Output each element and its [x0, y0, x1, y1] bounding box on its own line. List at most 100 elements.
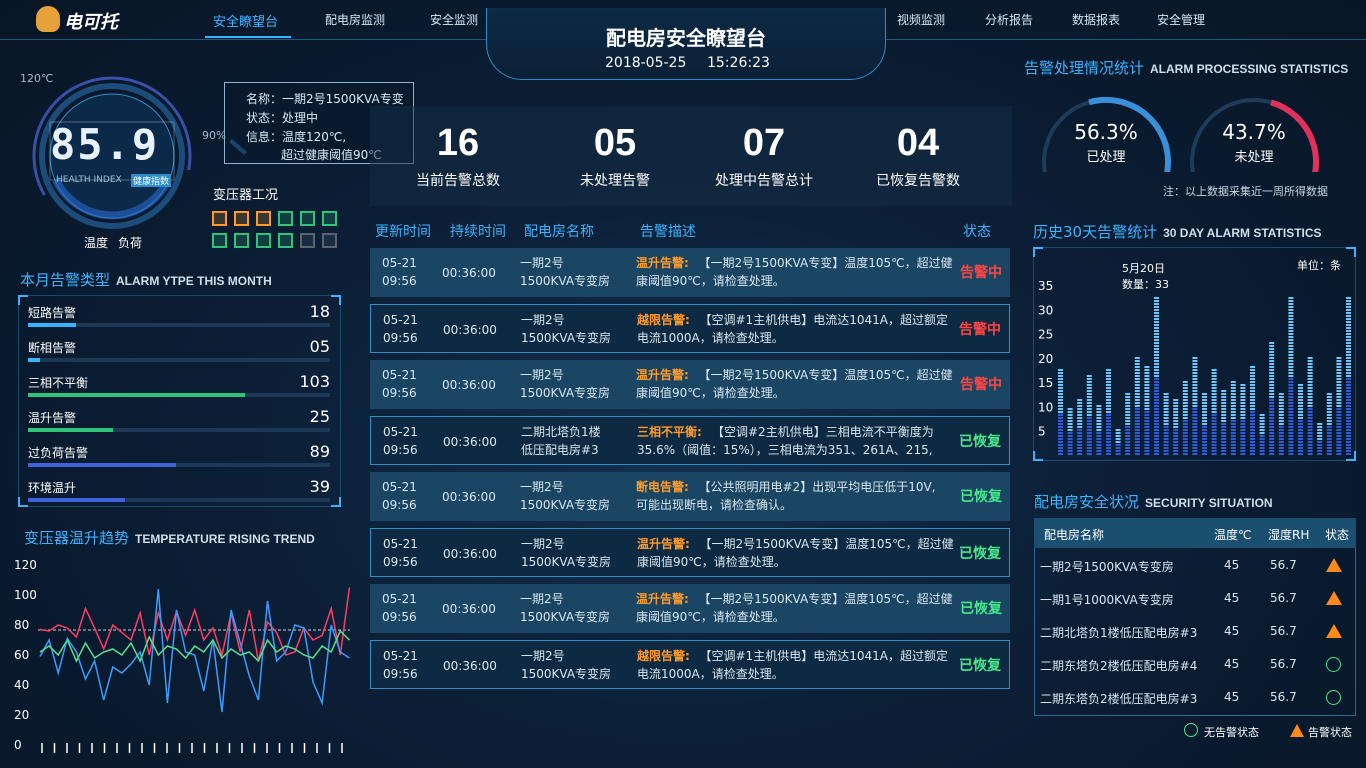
history-bar[interactable]	[1298, 384, 1303, 455]
history-bar[interactable]	[1346, 297, 1351, 455]
history-bar[interactable]	[1067, 408, 1073, 455]
transformer-status-icon[interactable]	[256, 211, 271, 226]
col-status: 状态	[963, 224, 991, 240]
security-rh: 56.7	[1270, 657, 1297, 671]
history-y-tick: 5	[1038, 425, 1046, 439]
security-row[interactable]: 二期北塔负1楼低压配电房#3 45 56.7	[1034, 614, 1356, 648]
history-bar[interactable]	[1336, 357, 1342, 455]
history-bar[interactable]	[1077, 399, 1083, 455]
history-bar[interactable]	[1278, 393, 1284, 455]
alarm-table-row[interactable]: 05-21 09:56 00:36:00 一期2号 1500KVA专变房 断电告警: 【公共…	[370, 472, 1010, 521]
history-bar[interactable]	[1096, 405, 1102, 455]
history-bar[interactable]	[1259, 414, 1265, 455]
row-status: 已恢复	[959, 546, 1001, 562]
row-room-2: 1500KVA专变房	[521, 331, 612, 345]
security-row[interactable]: 一期1号1000KVA专变房 45 56.7	[1034, 581, 1356, 615]
history-bar[interactable]	[1211, 369, 1217, 455]
history-bar[interactable]	[1317, 423, 1323, 455]
alarm-type-row: 温升告警 25	[28, 407, 330, 439]
transformer-status-icon[interactable]	[278, 233, 293, 248]
nav-room-monitor[interactable]: 配电房监测	[325, 11, 385, 28]
security-title-en: SECURITY SITUATION	[1145, 496, 1273, 510]
history-bar[interactable]	[1192, 357, 1198, 455]
history-bar[interactable]	[1326, 393, 1332, 455]
transformer-status-icon[interactable]	[322, 211, 337, 226]
history-bar[interactable]	[1221, 390, 1227, 455]
nav-security-lookout[interactable]: 安全瞭望台	[213, 11, 278, 30]
legend-warn-label: 告警状态	[1308, 726, 1352, 739]
history-bar[interactable]	[1269, 342, 1275, 455]
history-bar[interactable]	[1202, 393, 1207, 455]
history-title: 历史30天告警统计 30 DAY ALARM STATISTICS	[1033, 221, 1322, 242]
history-bar[interactable]	[1106, 369, 1111, 455]
alarm-type-value: 103	[299, 372, 330, 391]
transformer-status-icon[interactable]	[212, 211, 227, 226]
history-bar[interactable]	[1173, 399, 1179, 455]
security-temp: 45	[1224, 591, 1240, 605]
transformer-status-icon[interactable]	[234, 211, 249, 226]
history-title-cn: 历史30天告警统计	[1033, 223, 1158, 241]
row-status: 已恢复	[960, 489, 1002, 505]
unprocessed-label: 未处理	[1234, 150, 1274, 165]
alarm-type-title-cn: 本月告警类型	[20, 271, 111, 289]
history-bar[interactable]	[1125, 393, 1131, 455]
security-row[interactable]: 二期东塔负2楼低压配电房#3 45 56.7	[1034, 680, 1356, 714]
transformer-status-icon[interactable]	[322, 233, 337, 248]
row-desc-2: 电流1000A，请检查处理。	[637, 667, 784, 681]
processing-note: 注：以上数据采集近一周所得数据	[1163, 185, 1328, 198]
history-bar[interactable]	[1144, 366, 1150, 455]
nav-data-report[interactable]: 数据报表	[1072, 11, 1120, 28]
history-bar[interactable]	[1058, 369, 1063, 455]
alarm-table-row[interactable]: 05-21 09:56 00:36:00 一期2号 1500KVA专变房 温升告警: 【一期…	[370, 360, 1010, 409]
history-bar[interactable]	[1182, 381, 1188, 455]
row-desc-2: 电流1000A，请检查处理。	[637, 331, 784, 345]
nav-analysis-report[interactable]: 分析报告	[985, 11, 1033, 28]
history-bar[interactable]	[1154, 297, 1159, 455]
security-title-cn: 配电房安全状况	[1034, 493, 1140, 511]
gauge-load-label: 负荷	[118, 236, 143, 250]
row-room-2: 1500KVA专变房	[520, 274, 611, 288]
row-tag: 越限告警:	[637, 649, 690, 663]
transformer-status-icon[interactable]	[300, 233, 315, 248]
row-time: 09:56	[382, 498, 417, 512]
trend-y-tick: 80	[14, 618, 29, 632]
row-status: 已恢复	[960, 601, 1002, 617]
nav-safety-monitor[interactable]: 安全监测	[430, 11, 478, 28]
alarm-table-row[interactable]: 05-21 09:56 00:36:00 一期2号 1500KVA专变房 温升告警: 【一期…	[370, 248, 1010, 297]
history-y-tick: 10	[1038, 400, 1053, 414]
history-bar[interactable]	[1163, 393, 1169, 455]
stat-value: 05	[593, 122, 637, 164]
transformer-status-icon[interactable]	[278, 211, 293, 226]
alarm-table-row[interactable]: 05-21 09:56 00:36:00 一期2号 1500KVA专变房 温升告警: 【一期…	[370, 528, 1010, 577]
stat-label: 当前告警总数	[416, 173, 500, 189]
stat-label: 未处理告警	[580, 173, 650, 189]
history-bar[interactable]	[1134, 357, 1140, 455]
history-bar[interactable]	[1086, 375, 1092, 455]
alarm-table-row[interactable]: 05-21 09:56 00:36:00 一期2号 1500KVA专变房 越限告警: 【空调…	[370, 640, 1010, 689]
row-status: 已恢复	[959, 658, 1001, 674]
transformer-status-icon[interactable]	[256, 233, 271, 248]
trend-title-en: TEMPERATURE RISING TREND	[135, 532, 315, 546]
history-bar[interactable]	[1307, 357, 1313, 455]
transformer-status-icon[interactable]	[300, 211, 315, 226]
alarm-table-row[interactable]: 05-21 09:56 00:36:00 一期2号 1500KVA专变房 温升告警: 【一期…	[370, 584, 1010, 633]
security-row[interactable]: 二期东塔负2楼低压配电房#4 45 56.7	[1034, 647, 1356, 681]
gauge-temp-label: 温度	[84, 236, 109, 250]
history-bar[interactable]	[1115, 429, 1121, 455]
warning-state-icon	[1326, 624, 1342, 638]
transformer-status-icon[interactable]	[212, 233, 227, 248]
history-bar[interactable]	[1230, 381, 1236, 455]
row-room-2: 1500KVA专变房	[521, 555, 612, 569]
alarm-table-row[interactable]: 05-21 09:56 00:36:00 一期2号 1500KVA专变房 越限告警: 【空调…	[370, 304, 1010, 353]
warning-state-icon	[1290, 724, 1304, 737]
security-row[interactable]: 一期2号1500KVA专变房 45 56.7	[1034, 548, 1356, 582]
nav-video-monitor[interactable]: 视频监测	[897, 11, 945, 28]
row-duration: 00:36:00	[442, 266, 496, 280]
history-bar[interactable]	[1250, 366, 1255, 455]
transformer-status-icon[interactable]	[234, 233, 249, 248]
history-bar[interactable]	[1288, 297, 1294, 455]
nav-safety-management[interactable]: 安全管理	[1157, 11, 1205, 28]
history-bar[interactable]	[1240, 384, 1246, 455]
history-bar-chart: 35 30 25 20 15 10 5	[1038, 279, 1351, 455]
alarm-table-row[interactable]: 05-21 09:56 00:36:00 二期北塔负1楼 低压配电房#3 三相不平衡: 【空…	[370, 416, 1010, 465]
